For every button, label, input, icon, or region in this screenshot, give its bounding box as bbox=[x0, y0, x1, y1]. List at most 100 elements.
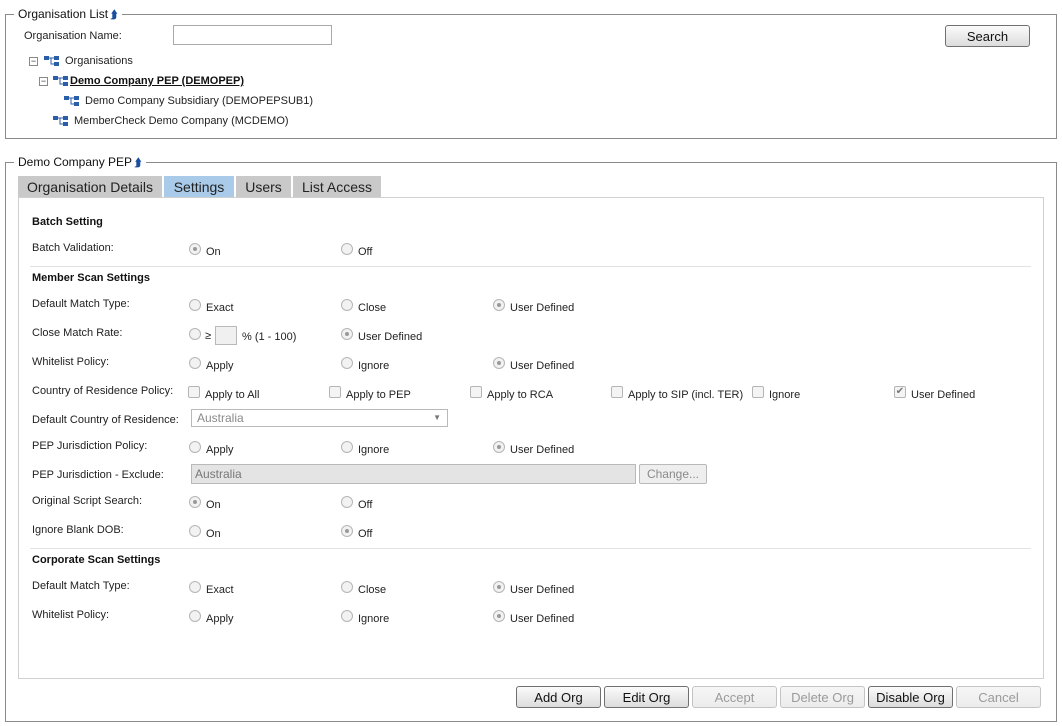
corp-whitelist-ignore-radio[interactable] bbox=[341, 610, 353, 622]
match-exact-radio[interactable] bbox=[189, 299, 201, 311]
apply-to-sip-label: Apply to SIP (incl. TER) bbox=[628, 389, 744, 401]
batch-setting-title: Batch Setting bbox=[32, 216, 103, 228]
corp-match-close-radio[interactable] bbox=[341, 581, 353, 593]
corp-match-exact-label: Exact bbox=[206, 584, 234, 596]
delete-org-button[interactable]: Delete Org bbox=[780, 686, 865, 708]
apply-to-pep-checkbox[interactable] bbox=[329, 386, 341, 398]
match-user-defined-label: User Defined bbox=[510, 302, 575, 314]
pep-user-defined-label: User Defined bbox=[510, 444, 575, 456]
corp-whitelist-apply-label: Apply bbox=[206, 613, 234, 625]
organisation-list-title: Organisation List bbox=[18, 7, 109, 21]
corp-default-match-type-label: Default Match Type: bbox=[32, 580, 130, 592]
disable-org-button[interactable]: Disable Org bbox=[868, 686, 953, 708]
default-country-label: Default Country of Residence: bbox=[32, 414, 179, 426]
tree-item-mcdemo[interactable]: MemberCheck Demo Company (MCDEMO) bbox=[74, 115, 289, 127]
tree-item-demopep[interactable]: Demo Company PEP (DEMOPEP) bbox=[70, 75, 244, 87]
apply-to-sip-checkbox[interactable] bbox=[611, 386, 623, 398]
whitelist-policy-label: Whitelist Policy: bbox=[32, 356, 110, 368]
user-defined-label: User Defined bbox=[911, 389, 976, 401]
ignore-label: Ignore bbox=[769, 389, 801, 401]
pep-exclude-field: Australia bbox=[191, 464, 636, 484]
ignore-dob-off-label: Off bbox=[358, 528, 373, 540]
greater-equal-symbol: ≥ bbox=[205, 330, 212, 342]
member-scan-title: Member Scan Settings bbox=[32, 272, 150, 284]
pep-ignore-radio[interactable] bbox=[341, 441, 353, 453]
search-button[interactable]: Search bbox=[945, 25, 1030, 47]
pep-apply-radio[interactable] bbox=[189, 441, 201, 453]
original-script-off-radio[interactable] bbox=[341, 496, 353, 508]
edit-org-button[interactable]: Edit Org bbox=[604, 686, 689, 708]
organisation-detail-legend[interactable]: Demo Company PEP ⮭ bbox=[14, 155, 146, 170]
default-country-select[interactable]: Australia ▼ bbox=[191, 409, 448, 427]
corporate-scan-title: Corporate Scan Settings bbox=[32, 554, 161, 566]
match-user-defined-radio[interactable] bbox=[493, 299, 505, 311]
close-rate-user-defined-label: User Defined bbox=[358, 331, 423, 343]
match-close-radio[interactable] bbox=[341, 299, 353, 311]
corp-match-exact-radio[interactable] bbox=[189, 581, 201, 593]
ignore-dob-off-radio[interactable] bbox=[341, 525, 353, 537]
cancel-button[interactable]: Cancel bbox=[956, 686, 1041, 708]
user-defined-checkbox[interactable]: ✔ bbox=[894, 386, 906, 398]
tab-list-access[interactable]: List Access bbox=[293, 176, 381, 198]
default-match-type-label: Default Match Type: bbox=[32, 298, 130, 310]
separator bbox=[30, 266, 1031, 267]
pep-apply-label: Apply bbox=[206, 444, 234, 456]
tab-users[interactable]: Users bbox=[236, 176, 291, 198]
apply-to-rca-checkbox[interactable] bbox=[470, 386, 482, 398]
batch-validation-off-radio[interactable] bbox=[341, 243, 353, 255]
whitelist-apply-radio[interactable] bbox=[189, 357, 201, 369]
organisation-name-label: Organisation Name: bbox=[24, 30, 122, 42]
close-rate-value-radio[interactable] bbox=[189, 328, 201, 340]
tab-settings[interactable]: Settings bbox=[164, 176, 234, 198]
organisation-name-input[interactable] bbox=[173, 25, 332, 45]
country-residence-policy-label: Country of Residence Policy: bbox=[32, 385, 174, 397]
organisation-detail-title: Demo Company PEP bbox=[18, 155, 133, 169]
organisation-list-legend[interactable]: Organisation List ⮭ bbox=[14, 7, 122, 22]
ignore-dob-on-label: On bbox=[206, 528, 221, 540]
pep-user-defined-radio[interactable] bbox=[493, 441, 505, 453]
corp-whitelist-apply-radio[interactable] bbox=[189, 610, 201, 622]
apply-to-all-label: Apply to All bbox=[205, 389, 260, 401]
collapse-icon[interactable]: ⮭ bbox=[111, 9, 118, 21]
apply-to-pep-label: Apply to PEP bbox=[346, 389, 411, 401]
add-org-button[interactable]: Add Org bbox=[516, 686, 601, 708]
tab-organisation-details[interactable]: Organisation Details bbox=[18, 176, 162, 198]
ignore-checkbox[interactable] bbox=[752, 386, 764, 398]
org-tree-icon bbox=[53, 116, 68, 126]
batch-validation-on-radio[interactable] bbox=[189, 243, 201, 255]
collapse-icon[interactable]: ⮭ bbox=[135, 157, 142, 169]
corp-whitelist-ignore-label: Ignore bbox=[358, 613, 390, 625]
tree-collapse-root-icon[interactable]: − bbox=[29, 57, 38, 66]
close-rate-user-defined-radio[interactable] bbox=[341, 328, 353, 340]
apply-to-rca-label: Apply to RCA bbox=[487, 389, 554, 401]
batch-validation-off-label: Off bbox=[358, 246, 373, 258]
corp-match-close-label: Close bbox=[358, 584, 387, 596]
org-tree-icon bbox=[53, 76, 68, 86]
whitelist-ignore-radio[interactable] bbox=[341, 357, 353, 369]
match-exact-label: Exact bbox=[206, 302, 234, 314]
corp-whitelist-user-defined-label: User Defined bbox=[510, 613, 575, 625]
corp-whitelist-user-defined-radio[interactable] bbox=[493, 610, 505, 622]
corp-whitelist-policy-label: Whitelist Policy: bbox=[32, 609, 110, 621]
batch-validation-label: Batch Validation: bbox=[32, 242, 114, 254]
original-script-on-radio[interactable] bbox=[189, 496, 201, 508]
whitelist-ignore-label: Ignore bbox=[358, 360, 390, 372]
tree-root-label[interactable]: Organisations bbox=[65, 55, 133, 67]
tree-collapse-demopep-icon[interactable]: − bbox=[39, 77, 48, 86]
tree-item-demopepsub1[interactable]: Demo Company Subsidiary (DEMOPEPSUB1) bbox=[85, 95, 313, 107]
accept-button[interactable]: Accept bbox=[692, 686, 777, 708]
pep-jurisdiction-policy-label: PEP Jurisdiction Policy: bbox=[32, 440, 148, 452]
whitelist-apply-label: Apply bbox=[206, 360, 234, 372]
close-rate-input[interactable] bbox=[215, 326, 237, 345]
default-country-value: Australia bbox=[197, 411, 244, 425]
change-button[interactable]: Change... bbox=[639, 464, 707, 484]
corp-match-user-defined-radio[interactable] bbox=[493, 581, 505, 593]
separator bbox=[30, 548, 1031, 549]
settings-panel: Batch Setting Batch Validation: On Off M… bbox=[18, 197, 1044, 679]
chevron-down-icon: ▼ bbox=[433, 413, 441, 422]
original-script-on-label: On bbox=[206, 499, 221, 511]
pep-ignore-label: Ignore bbox=[358, 444, 390, 456]
whitelist-user-defined-radio[interactable] bbox=[493, 357, 505, 369]
ignore-dob-on-radio[interactable] bbox=[189, 525, 201, 537]
apply-to-all-checkbox[interactable] bbox=[188, 386, 200, 398]
